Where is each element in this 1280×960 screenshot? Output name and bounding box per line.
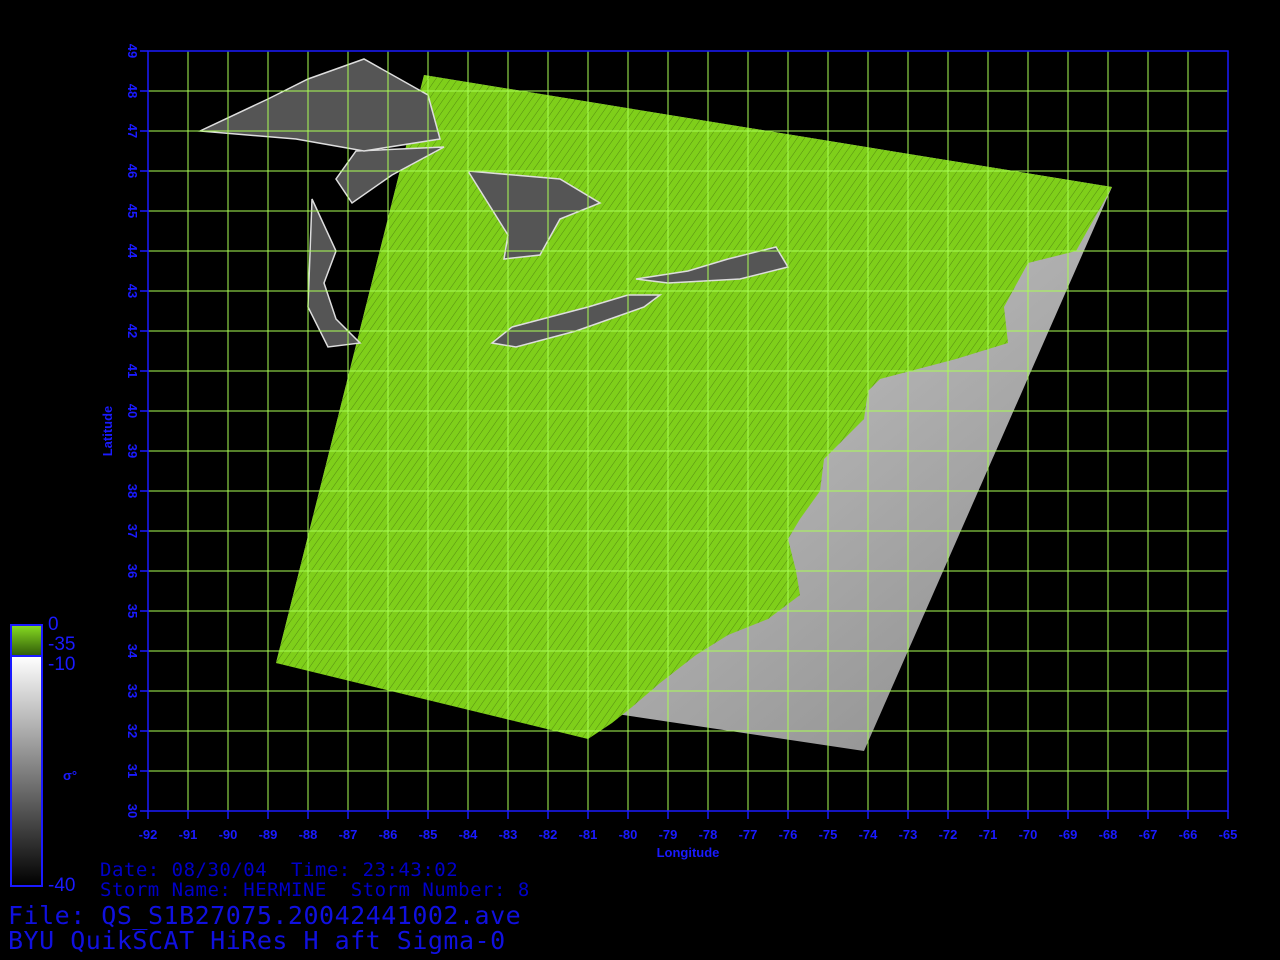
x-tick-label: -89 xyxy=(259,827,278,842)
storm-line: Storm Name: HERMINE Storm Number: 8 xyxy=(100,879,530,901)
y-tick-label: 32 xyxy=(125,724,140,738)
latitude-ticks: 30 31 32 33 34 35 36 37 38 39 40 41 42 43 44 45 46 47 48 49 xyxy=(125,44,148,818)
y-tick-label: 39 xyxy=(125,444,140,458)
x-tick-label: -73 xyxy=(899,827,918,842)
y-tick-label: 37 xyxy=(125,524,140,538)
y-tick-label: 45 xyxy=(125,204,140,218)
x-tick-label: -87 xyxy=(339,827,358,842)
x-tick-label: -85 xyxy=(419,827,438,842)
y-tick-label: 47 xyxy=(125,124,140,138)
x-tick-label: -71 xyxy=(979,827,998,842)
x-tick-label: -69 xyxy=(1059,827,1078,842)
y-tick-label: 34 xyxy=(125,644,140,659)
y-tick-label: 49 xyxy=(125,44,140,58)
x-tick-label: -75 xyxy=(819,827,838,842)
x-tick-label: -92 xyxy=(139,827,158,842)
y-tick-label: 40 xyxy=(125,404,140,418)
y-tick-label: 43 xyxy=(125,284,140,298)
colorbar-top-min-label: -35 xyxy=(48,634,76,655)
map-figure: -92 -91 -90 -89 -88 -87 -86 -85 -84 -83 -82 -81 -80 -… xyxy=(10,44,1238,887)
x-tick-label: -88 xyxy=(299,827,318,842)
colorbar-land-segment xyxy=(10,624,43,657)
product-line: BYU QuikSCAT HiRes H aft Sigma-0 xyxy=(8,926,506,955)
x-tick-label: -80 xyxy=(619,827,638,842)
y-tick-label: 46 xyxy=(125,164,140,178)
map-image xyxy=(197,58,1112,751)
y-tick-label: 31 xyxy=(125,764,140,778)
x-tick-label: -83 xyxy=(499,827,518,842)
y-axis-label: Latitude xyxy=(100,406,115,457)
x-tick-label: -66 xyxy=(1179,827,1198,842)
y-tick-label: 48 xyxy=(125,84,140,98)
lake-1 xyxy=(307,198,362,348)
colorbar-bottom-max-label: -10 xyxy=(48,654,76,675)
y-tick-label: 33 xyxy=(125,684,140,698)
colorbar-ocean-segment xyxy=(10,655,43,887)
x-tick-label: -65 xyxy=(1219,827,1238,842)
y-tick-label: 44 xyxy=(125,244,140,259)
x-tick-label: -74 xyxy=(859,827,879,842)
x-tick-label: -81 xyxy=(579,827,598,842)
y-tick-label: 30 xyxy=(125,804,140,818)
x-tick-label: -79 xyxy=(659,827,678,842)
colorbar-top-max-label: 0 xyxy=(48,614,59,635)
y-tick-label: 41 xyxy=(125,364,140,378)
y-tick-label: 36 xyxy=(125,564,140,578)
x-tick-label: -68 xyxy=(1099,827,1118,842)
x-tick-label: -78 xyxy=(699,827,718,842)
x-tick-label: -70 xyxy=(1019,827,1038,842)
x-tick-label: -91 xyxy=(179,827,198,842)
y-tick-label: 42 xyxy=(125,324,140,338)
y-tick-label: 38 xyxy=(125,484,140,498)
x-tick-label: -82 xyxy=(539,827,558,842)
colorbar-bottom-min-label: -40 xyxy=(48,875,76,896)
lake-5 xyxy=(197,58,441,152)
x-tick-label: -86 xyxy=(379,827,398,842)
x-tick-label: -72 xyxy=(939,827,958,842)
x-tick-label: -67 xyxy=(1139,827,1158,842)
x-tick-label: -90 xyxy=(219,827,238,842)
x-tick-label: -84 xyxy=(459,827,479,842)
y-tick-label: 35 xyxy=(125,604,140,618)
x-tick-label: -77 xyxy=(739,827,758,842)
date-time-line: Date: 08/30/04 Time: 23:43:02 xyxy=(100,859,459,881)
longitude-ticks: -92 -91 -90 -89 -88 -87 -86 -85 -84 -83 -82 -81 -80 -… xyxy=(139,811,1238,842)
x-axis-label: Longitude xyxy=(657,845,720,860)
x-tick-label: -76 xyxy=(779,827,798,842)
colorbar-sigma-label: σ° xyxy=(63,768,77,783)
